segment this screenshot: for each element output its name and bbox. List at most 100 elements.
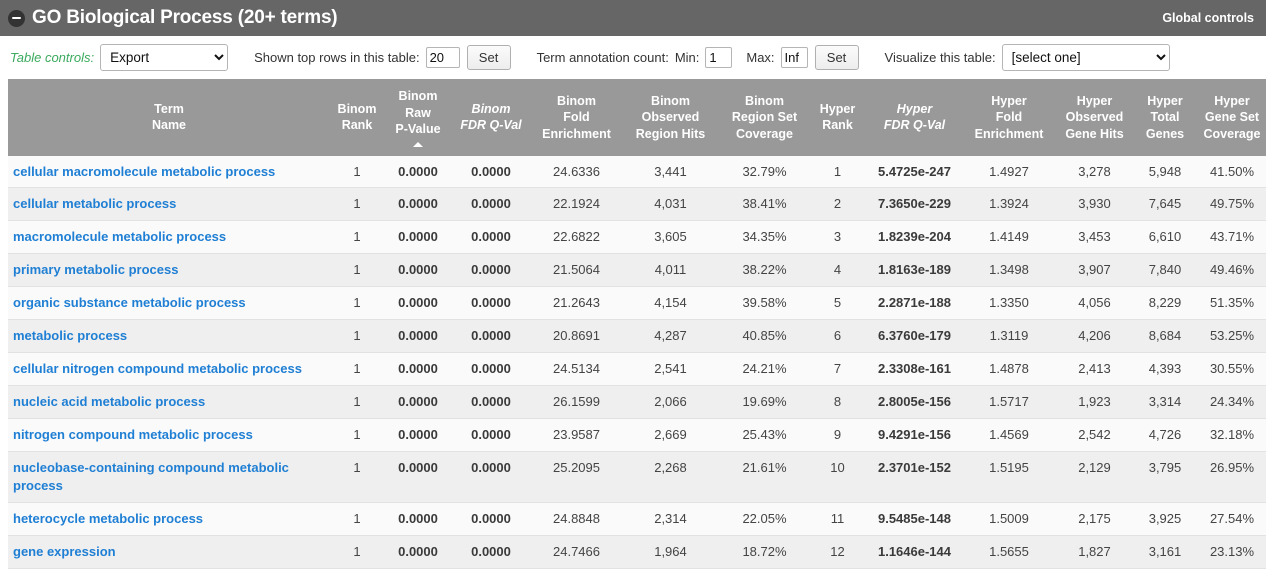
table-row: metabolic process10.00000.000020.86914,2… bbox=[8, 320, 1266, 353]
term-link[interactable]: organic substance metabolic process bbox=[13, 295, 246, 310]
term-link[interactable]: cellular macromolecule metabolic process bbox=[13, 164, 275, 179]
column-header-hyper_gene_cov[interactable]: HyperGene SetCoverage bbox=[1194, 79, 1266, 156]
term-link[interactable]: nitrogen compound metabolic process bbox=[13, 427, 253, 442]
column-header-line: Coverage bbox=[723, 126, 806, 143]
column-header-binom_rank[interactable]: BinomRank bbox=[330, 79, 384, 156]
cell-binom-region-cov: 19.69% bbox=[718, 386, 811, 419]
term-link[interactable]: heterocycle metabolic process bbox=[13, 511, 203, 526]
shown-rows-input[interactable] bbox=[426, 47, 460, 68]
cell-hyper-fold-enrich: 1.4149 bbox=[965, 221, 1053, 254]
table-row: heterocycle metabolic process10.00000.00… bbox=[8, 502, 1266, 535]
table-row: primary metabolic process10.00000.000021… bbox=[8, 254, 1266, 287]
cell-binom-raw-p: 0.0000 bbox=[384, 419, 452, 452]
column-header-line: Fold bbox=[970, 109, 1048, 126]
cell-binom-obs-hits: 2,669 bbox=[623, 419, 718, 452]
column-header-binom_obs_hits[interactable]: BinomObservedRegion Hits bbox=[623, 79, 718, 156]
column-header-line: Rank bbox=[335, 117, 379, 134]
results-table-wrapper: TermNameBinomRankBinomRawP-ValueBinomFDR… bbox=[0, 79, 1266, 569]
cell-hyper-rank: 6 bbox=[811, 320, 864, 353]
cell-binom-obs-hits: 2,541 bbox=[623, 353, 718, 386]
cell-binom-fdr-q: 0.0000 bbox=[452, 502, 530, 535]
cell-hyper-obs-hits: 2,542 bbox=[1053, 419, 1136, 452]
table-row: nitrogen compound metabolic process10.00… bbox=[8, 419, 1266, 452]
cell-binom-region-cov: 22.05% bbox=[718, 502, 811, 535]
cell-hyper-rank: 9 bbox=[811, 419, 864, 452]
cell-binom-region-cov: 25.43% bbox=[718, 419, 811, 452]
cell-binom-raw-p: 0.0000 bbox=[384, 502, 452, 535]
column-header-line: Term bbox=[13, 101, 325, 118]
annotation-set-button[interactable]: Set bbox=[815, 45, 859, 70]
column-header-hyper_total_genes[interactable]: HyperTotalGenes bbox=[1136, 79, 1194, 156]
column-header-line: Binom bbox=[723, 93, 806, 110]
cell-hyper-gene-cov: 30.55% bbox=[1194, 353, 1266, 386]
global-controls-link[interactable]: Global controls bbox=[1162, 11, 1254, 25]
term-link[interactable]: nucleic acid metabolic process bbox=[13, 394, 205, 409]
column-header-binom_fdr_q[interactable]: BinomFDR Q-Val bbox=[452, 79, 530, 156]
cell-term-name: nitrogen compound metabolic process bbox=[8, 419, 330, 452]
cell-binom-fold-enrich: 22.6822 bbox=[530, 221, 623, 254]
cell-hyper-obs-hits: 3,453 bbox=[1053, 221, 1136, 254]
cell-binom-rank: 1 bbox=[330, 535, 384, 568]
cell-binom-raw-p: 0.0000 bbox=[384, 353, 452, 386]
cell-binom-rank: 1 bbox=[330, 386, 384, 419]
cell-binom-rank: 1 bbox=[330, 353, 384, 386]
cell-term-name: nucleic acid metabolic process bbox=[8, 386, 330, 419]
cell-hyper-gene-cov: 32.18% bbox=[1194, 419, 1266, 452]
term-link[interactable]: macromolecule metabolic process bbox=[13, 229, 226, 244]
cell-hyper-rank: 3 bbox=[811, 221, 864, 254]
term-link[interactable]: primary metabolic process bbox=[13, 262, 178, 277]
minus-circle-icon[interactable] bbox=[8, 10, 25, 27]
column-header-hyper_fdr_q[interactable]: HyperFDR Q-Val bbox=[864, 79, 965, 156]
cell-binom-region-cov: 38.22% bbox=[718, 254, 811, 287]
max-input[interactable] bbox=[781, 47, 808, 68]
cell-hyper-total-genes: 6,610 bbox=[1136, 221, 1194, 254]
column-header-hyper_fold_enrich[interactable]: HyperFoldEnrichment bbox=[965, 79, 1053, 156]
cell-binom-raw-p: 0.0000 bbox=[384, 221, 452, 254]
term-link[interactable]: cellular nitrogen compound metabolic pro… bbox=[13, 361, 302, 376]
column-header-line: Hyper bbox=[970, 93, 1048, 110]
cell-hyper-obs-hits: 4,056 bbox=[1053, 287, 1136, 320]
cell-binom-fdr-q: 0.0000 bbox=[452, 353, 530, 386]
cell-binom-raw-p: 0.0000 bbox=[384, 188, 452, 221]
cell-binom-fold-enrich: 24.5134 bbox=[530, 353, 623, 386]
min-label: Min: bbox=[675, 50, 700, 65]
term-link[interactable]: metabolic process bbox=[13, 328, 127, 343]
cell-hyper-gene-cov: 26.95% bbox=[1194, 451, 1266, 502]
cell-hyper-fdr-q: 2.3308e-161 bbox=[864, 353, 965, 386]
cell-hyper-gene-cov: 41.50% bbox=[1194, 156, 1266, 188]
results-table-head: TermNameBinomRankBinomRawP-ValueBinomFDR… bbox=[8, 79, 1266, 156]
cell-binom-obs-hits: 4,287 bbox=[623, 320, 718, 353]
cell-hyper-fold-enrich: 1.5655 bbox=[965, 535, 1053, 568]
cell-binom-fdr-q: 0.0000 bbox=[452, 320, 530, 353]
table-row: nucleobase-containing compound metabolic… bbox=[8, 451, 1266, 502]
page-title: GO Biological Process (20+ terms) bbox=[32, 7, 337, 29]
column-header-hyper_rank[interactable]: HyperRank bbox=[811, 79, 864, 156]
column-header-binom_region_cov[interactable]: BinomRegion SetCoverage bbox=[718, 79, 811, 156]
term-link[interactable]: gene expression bbox=[13, 544, 116, 559]
term-link[interactable]: nucleobase-containing compound metabolic… bbox=[13, 460, 289, 493]
column-header-term_name[interactable]: TermName bbox=[8, 79, 330, 156]
cell-hyper-gene-cov: 43.71% bbox=[1194, 221, 1266, 254]
cell-hyper-total-genes: 8,229 bbox=[1136, 287, 1194, 320]
min-input[interactable] bbox=[705, 47, 732, 68]
cell-hyper-total-genes: 4,393 bbox=[1136, 353, 1194, 386]
annotation-count-label: Term annotation count: bbox=[537, 50, 669, 65]
cell-binom-fdr-q: 0.0000 bbox=[452, 221, 530, 254]
column-header-binom_fold_enrich[interactable]: BinomFoldEnrichment bbox=[530, 79, 623, 156]
table-row: nucleic acid metabolic process10.00000.0… bbox=[8, 386, 1266, 419]
cell-term-name: macromolecule metabolic process bbox=[8, 221, 330, 254]
column-header-binom_raw_p[interactable]: BinomRawP-Value bbox=[384, 79, 452, 156]
cell-hyper-total-genes: 3,161 bbox=[1136, 535, 1194, 568]
term-link[interactable]: cellular metabolic process bbox=[13, 196, 176, 211]
cell-binom-fdr-q: 0.0000 bbox=[452, 386, 530, 419]
cell-binom-obs-hits: 3,605 bbox=[623, 221, 718, 254]
cell-hyper-fold-enrich: 1.4878 bbox=[965, 353, 1053, 386]
export-select[interactable]: Export bbox=[100, 44, 228, 71]
visualize-label: Visualize this table: bbox=[885, 50, 996, 65]
column-header-hyper_obs_hits[interactable]: HyperObservedGene Hits bbox=[1053, 79, 1136, 156]
visualize-select[interactable]: [select one] bbox=[1002, 44, 1170, 71]
cell-binom-fold-enrich: 21.5064 bbox=[530, 254, 623, 287]
shown-rows-set-button[interactable]: Set bbox=[467, 45, 511, 70]
cell-hyper-total-genes: 3,925 bbox=[1136, 502, 1194, 535]
cell-binom-fold-enrich: 24.6336 bbox=[530, 156, 623, 188]
